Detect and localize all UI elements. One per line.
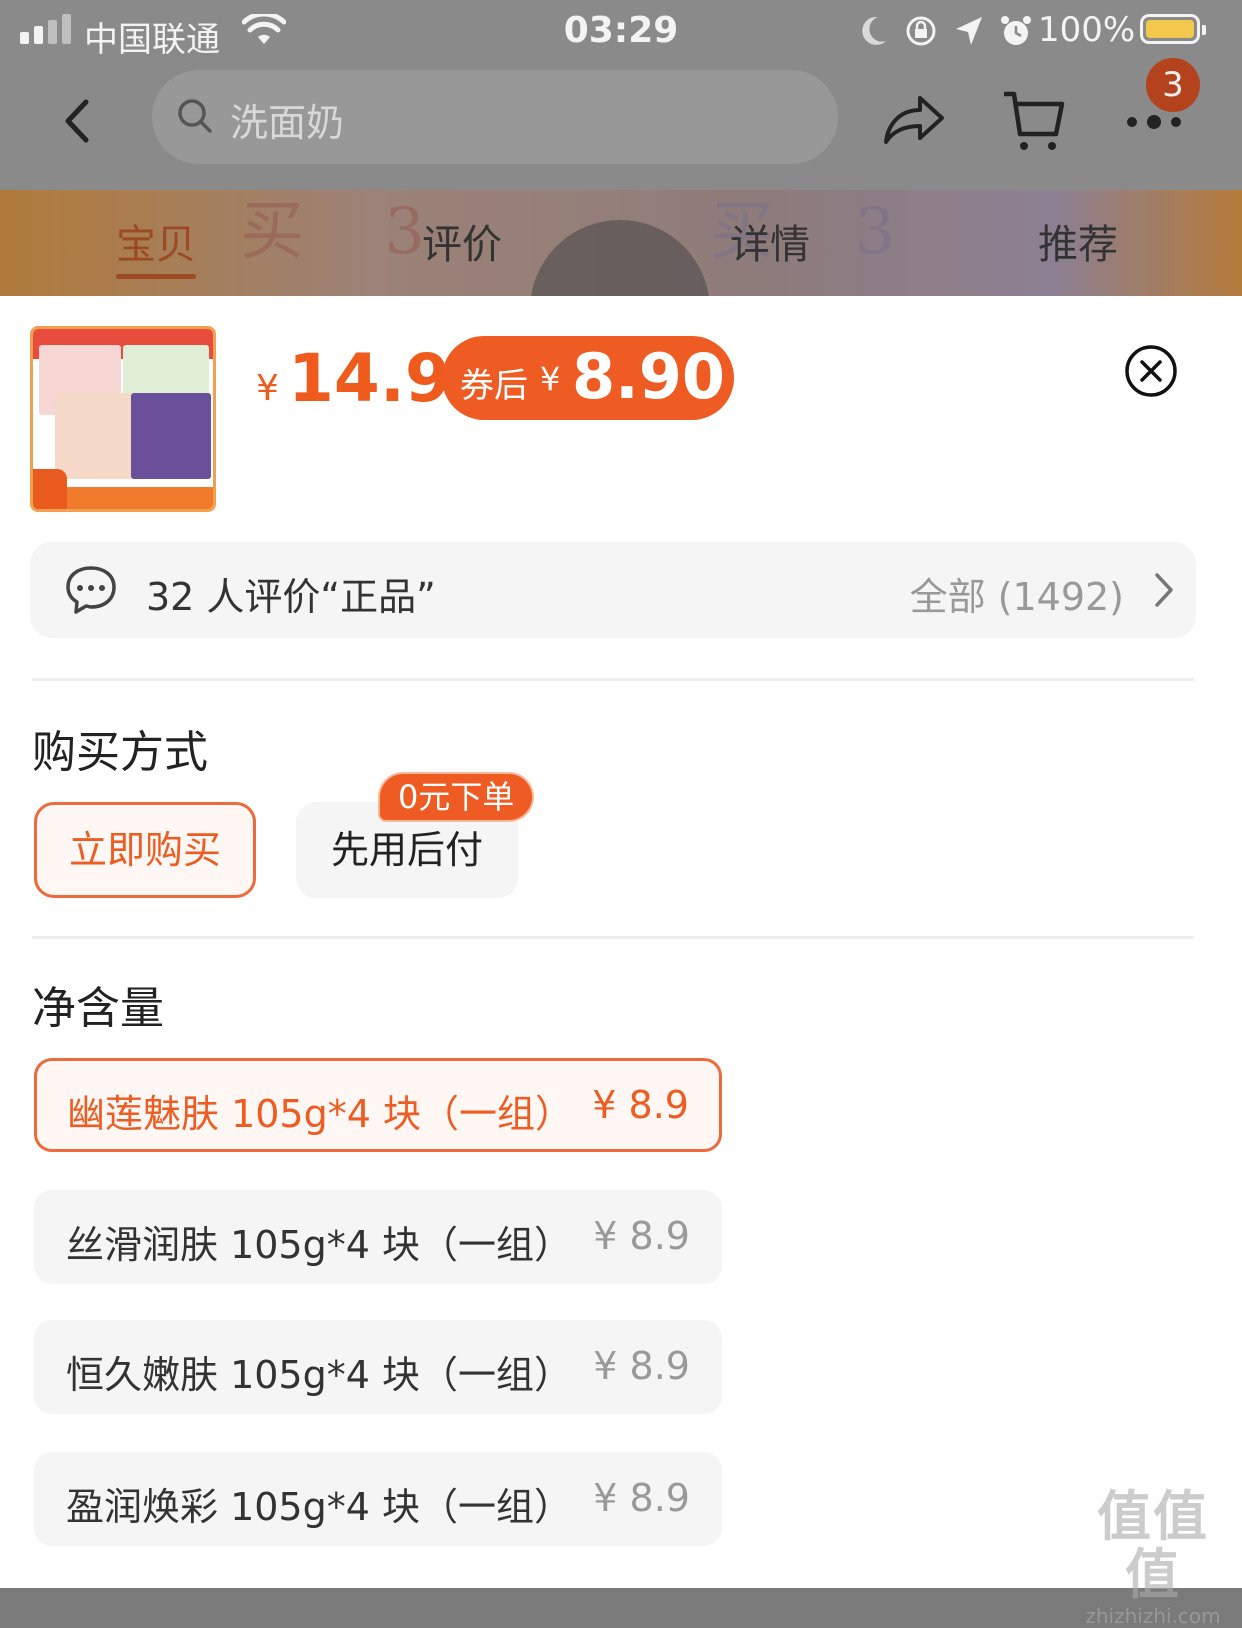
- variant-price: ¥ 8.9: [593, 1214, 690, 1258]
- purchase-method-title: 购买方式: [32, 727, 208, 778]
- variant-price: ¥ 8.9: [593, 1344, 690, 1388]
- variant-price: ¥ 8.9: [592, 1083, 689, 1127]
- back-arrow-icon[interactable]: [58, 96, 98, 146]
- variant-name: 幽莲魅肤 105g*4 块（一组）: [67, 1092, 573, 1136]
- tab-item[interactable]: 宝贝: [116, 212, 196, 270]
- rotation-lock-icon: [906, 16, 936, 46]
- buy-now-option[interactable]: 立即购买: [34, 802, 256, 898]
- coupon-currency: ¥: [540, 360, 561, 398]
- search-placeholder: 洗面奶: [230, 101, 345, 145]
- variant-option[interactable]: 恒久嫩肤 105g*4 块（一组） ¥ 8.9: [34, 1320, 722, 1414]
- status-bar: 中国联通 03:29 100%: [0, 0, 1242, 64]
- coupon-price: 8.90: [572, 340, 725, 413]
- moon-icon: [862, 16, 886, 45]
- close-icon[interactable]: [1124, 344, 1178, 398]
- sku-selection-sheet: ¥ 14.9 券后 ¥ 8.90 32 人评价“正品” 全部 (1492) 购买…: [0, 296, 1242, 1588]
- price: 14.9: [288, 340, 451, 417]
- review-summary-text: 32 人评价“正品”: [146, 575, 436, 619]
- variant-option-selected[interactable]: 幽莲魅肤 105g*4 块（一组） ¥ 8.9: [34, 1058, 722, 1152]
- pay-later-tag: 0元下单: [380, 774, 533, 820]
- watermark-logo: 值值值: [1097, 1485, 1209, 1606]
- divider: [32, 936, 1194, 939]
- variant-price: ¥ 8.9: [593, 1476, 690, 1520]
- price-currency: ¥: [256, 368, 279, 409]
- watermark: 值值值 zhizhizhi.com: [1078, 1488, 1228, 1628]
- page-tabs: 宝贝 评价 详情 推荐: [0, 212, 1242, 279]
- review-summary-bar[interactable]: 32 人评价“正品” 全部 (1492): [30, 542, 1196, 638]
- cart-count-badge: 3: [1146, 58, 1200, 112]
- variant-name: 恒久嫩肤 105g*4 块（一组）: [66, 1353, 572, 1397]
- variant-option[interactable]: 丝滑润肤 105g*4 块（一组） ¥ 8.9: [34, 1190, 722, 1284]
- tab-recommend[interactable]: 推荐: [1038, 212, 1118, 270]
- share-icon[interactable]: [880, 92, 946, 148]
- divider: [32, 678, 1194, 681]
- more-icon[interactable]: [1124, 114, 1184, 130]
- location-icon: [956, 17, 982, 45]
- variant-name: 丝滑润肤 105g*4 块（一组）: [66, 1223, 572, 1267]
- product-thumbnail[interactable]: [30, 326, 216, 512]
- battery-percent: 100%: [1038, 10, 1136, 50]
- all-reviews-link[interactable]: 全部 (1492): [910, 566, 1124, 621]
- tab-reviews[interactable]: 评价: [422, 212, 502, 270]
- alarm-icon: [1001, 16, 1031, 45]
- chevron-right-icon: [1155, 573, 1173, 607]
- search-bar[interactable]: 洗面奶: [152, 70, 838, 164]
- search-icon: [178, 99, 212, 133]
- net-content-title: 净含量: [32, 983, 164, 1034]
- coupon-label: 券后: [460, 366, 528, 406]
- coupon-price-badge: 券后 ¥ 8.90: [442, 336, 734, 420]
- background-page: 买 3 买 3 中国联通 03:29 100% 洗面奶 3 宝贝 评价 详情 推…: [0, 0, 1242, 300]
- watermark-url: zhizhizhi.com: [1085, 1604, 1221, 1628]
- cart-icon[interactable]: [1000, 88, 1066, 154]
- tab-details[interactable]: 详情: [730, 212, 810, 270]
- battery-icon: [1140, 14, 1206, 44]
- variant-name: 盈润焕彩 105g*4 块（一组）: [66, 1485, 572, 1529]
- variant-option[interactable]: 盈润焕彩 105g*4 块（一组） ¥ 8.9: [34, 1452, 722, 1546]
- tab-active-indicator: [116, 274, 196, 279]
- chat-bubble-icon: [66, 566, 116, 614]
